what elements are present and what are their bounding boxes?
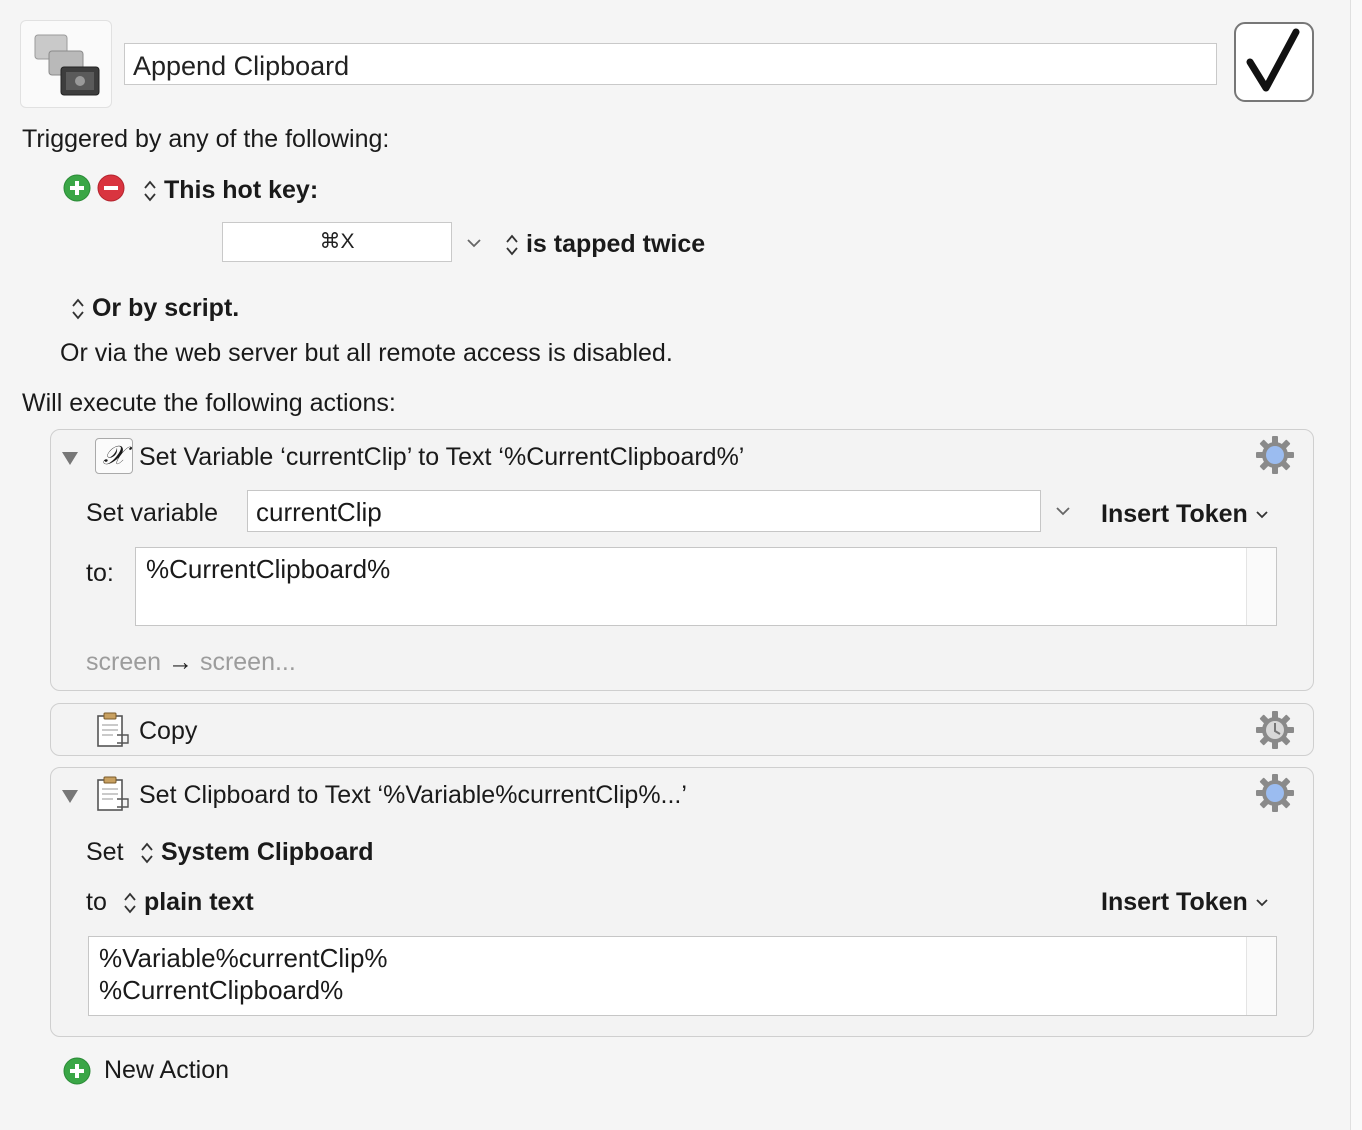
to-label: to (86, 888, 107, 916)
action-set-clipboard[interactable]: Set Clipboard to Text ‘%Variable%current… (50, 767, 1314, 1037)
remove-trigger-icon[interactable] (97, 174, 125, 202)
clipboard-icon (97, 712, 129, 747)
add-trigger-icon[interactable] (63, 174, 91, 202)
hotkey-mode-label: is tapped twice (525, 230, 706, 258)
display-to: screen... (199, 648, 296, 676)
macro-name-field[interactable]: Append Clipboard (124, 43, 1217, 85)
add-trigger-script-popup[interactable]: Or by script. (71, 293, 239, 323)
set-label: Set (86, 838, 124, 866)
script-label: Or by script. (91, 294, 240, 322)
chevron-down-icon (1256, 899, 1268, 907)
text-line: %CurrentClipboard% (99, 975, 344, 1005)
clipboard-stack-icon (34, 34, 100, 96)
display-from: screen (86, 648, 162, 676)
stepper-icon (141, 842, 153, 864)
text-line: %Variable%currentClip% (99, 943, 388, 973)
gear-icon[interactable] (1255, 435, 1295, 475)
actions-heading: Will execute the following actions: (22, 389, 396, 417)
macro-enabled-checkbox[interactable] (1234, 22, 1314, 102)
variable-x-icon: 𝒳 (95, 438, 133, 474)
field-scrollbar[interactable] (1246, 548, 1276, 625)
hotkey-mode-popup[interactable]: is tapped twice (505, 229, 705, 259)
stepper-icon (124, 892, 136, 914)
display-arrow: → (168, 648, 193, 676)
text-value: %CurrentClipboard% (146, 554, 391, 584)
add-icon (63, 1057, 91, 1085)
display-results-popup[interactable]: screen → screen... (86, 647, 296, 677)
window-scrollbar[interactable] (1350, 0, 1362, 1130)
web-server-note: Or via the web server but all remote acc… (60, 339, 673, 367)
action-copy[interactable]: Copy (50, 703, 1314, 756)
format-value: plain text (143, 888, 254, 916)
insert-token-label: Insert Token (1101, 500, 1248, 528)
new-action-button[interactable]: New Action (63, 1055, 229, 1085)
clipboard-icon (97, 776, 129, 811)
checkmark-icon (1246, 28, 1300, 92)
stepper-icon (506, 234, 518, 256)
insert-token-button[interactable]: Insert Token (1101, 499, 1269, 529)
hotkey-field[interactable]: ⌘X (222, 222, 452, 262)
gear-icon[interactable] (1255, 710, 1295, 750)
hotkey-label: This hot key: (163, 176, 319, 204)
action-title: Set Clipboard to Text ‘%Variable%current… (139, 781, 687, 809)
action-title: Copy (139, 717, 198, 745)
to-label: to: (86, 559, 114, 587)
variable-name-field[interactable]: currentClip (247, 490, 1041, 532)
set-variable-label: Set variable (86, 499, 219, 527)
text-value-field[interactable]: %CurrentClipboard% (135, 547, 1277, 626)
disclosure-triangle-icon[interactable] (61, 450, 79, 466)
clipboard-popup[interactable]: System Clipboard (140, 837, 374, 867)
variable-chevron-down-icon[interactable] (1055, 506, 1071, 516)
new-action-label: New Action (103, 1056, 230, 1084)
format-popup[interactable]: plain text (123, 887, 254, 917)
triggers-heading: Triggered by any of the following: (22, 125, 390, 153)
insert-token-label: Insert Token (1101, 888, 1248, 916)
disclosure-triangle-icon[interactable] (61, 788, 79, 804)
trigger-type-popup[interactable]: This hot key: (143, 175, 318, 205)
action-set-variable[interactable]: 𝒳 Set Variable ‘currentClip’ to Text ‘%C… (50, 429, 1314, 691)
hotkey-chevron-down-icon[interactable] (466, 238, 482, 248)
clipboard-value: System Clipboard (160, 838, 374, 866)
field-scrollbar[interactable] (1246, 937, 1276, 1015)
action-title: Set Variable ‘currentClip’ to Text ‘%Cur… (139, 443, 745, 471)
stepper-icon (144, 180, 156, 202)
stepper-icon (72, 298, 84, 320)
clipboard-text-field[interactable]: %Variable%currentClip% %CurrentClipboard… (88, 936, 1277, 1016)
chevron-down-icon (1256, 511, 1268, 519)
insert-token-button[interactable]: Insert Token (1101, 887, 1269, 917)
macro-icon[interactable] (20, 20, 112, 108)
gear-icon[interactable] (1255, 773, 1295, 813)
